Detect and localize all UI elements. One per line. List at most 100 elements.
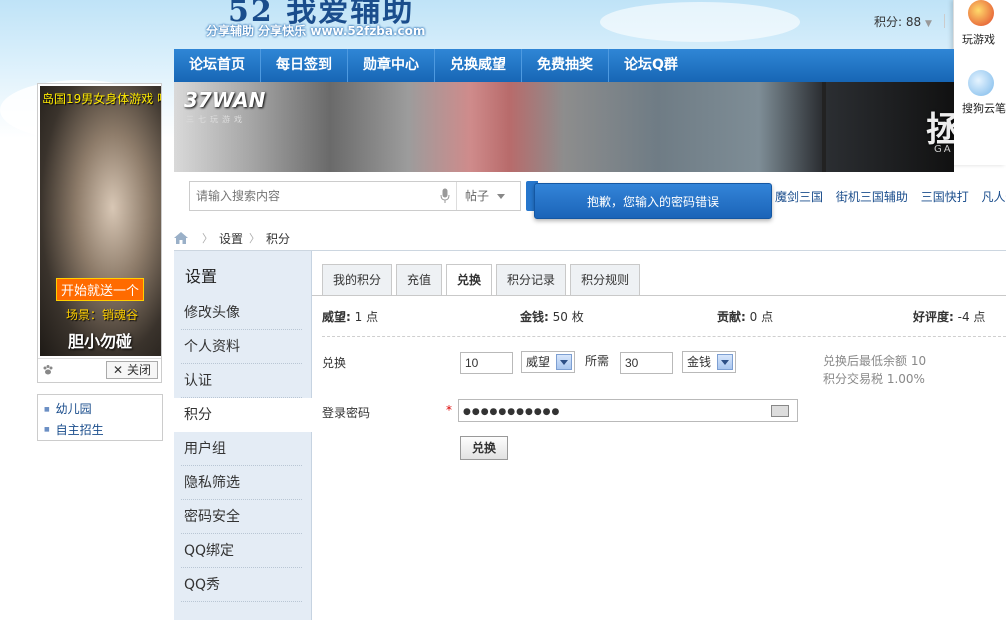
side-item-game[interactable]: 玩游戏 — [962, 31, 995, 47]
exchange-label: 兑换 — [322, 356, 347, 370]
side-item-cloud-note[interactable]: 搜狗云笔 — [962, 100, 1006, 116]
user-points-label: 积分: 88 — [874, 15, 922, 29]
settings-item-privacy[interactable]: 隐私筛选 — [181, 466, 302, 500]
from-unit-select[interactable]: 威望 — [521, 351, 575, 373]
nav-item-checkin[interactable]: 每日签到 — [261, 49, 348, 82]
stat-label: 好评度: — [913, 310, 954, 324]
ad-banner[interactable]: 37WAN 三七玩游戏 拯 GA — [174, 82, 954, 172]
divider — [322, 336, 1006, 337]
banner-game-sub: GA — [934, 144, 953, 155]
hot-link[interactable]: 魔剑三国 — [775, 190, 823, 204]
search-input[interactable] — [190, 182, 434, 210]
nav-item-home[interactable]: 论坛首页 — [174, 49, 261, 82]
required-mark: * — [446, 403, 452, 417]
breadcrumb-separator: 〉 — [249, 232, 261, 245]
chevron-down-icon — [556, 354, 572, 370]
exchange-submit-button[interactable]: 兑换 — [460, 436, 508, 460]
settings-item-avatar[interactable]: 修改头像 — [181, 296, 302, 330]
stat-label: 贡献: — [717, 310, 746, 324]
banner-divider — [822, 82, 826, 172]
hot-search-links: 魔剑三国 街机三国辅助 三国快打 凡人修真 — [775, 188, 1006, 205]
settings-item-usergroup[interactable]: 用户组 — [181, 432, 302, 466]
breadcrumb: 〉 设置 〉 积分 — [174, 226, 1006, 250]
from-unit-value: 威望 — [526, 355, 551, 369]
microphone-icon[interactable] — [434, 182, 456, 210]
tax-hint: 积分交易税 1.00% — [823, 372, 925, 386]
tab-points-log[interactable]: 积分记录 — [496, 264, 567, 295]
keyboard-icon[interactable] — [771, 405, 789, 417]
tab-recharge[interactable]: 充值 — [396, 264, 443, 295]
ad-close-button[interactable]: ✕ 关闭 — [106, 361, 158, 379]
to-unit-select[interactable]: 金钱 — [682, 351, 736, 373]
tab-points-rules[interactable]: 积分规则 — [570, 264, 641, 295]
exchange-amount-input[interactable] — [460, 352, 513, 374]
ad-image[interactable]: 岛国19男女身体游戏 嘿 开始就送一个 场景：销魂谷 胆小勿碰 — [40, 86, 161, 356]
ad-title: 岛国19男女身体游戏 嘿 — [42, 92, 161, 106]
hot-link[interactable]: 三国快打 — [921, 190, 969, 204]
home-icon[interactable] — [174, 232, 188, 244]
stat-contribution: 贡献: 0 点 — [717, 308, 773, 325]
divider — [944, 14, 945, 28]
nav-item-qq-group[interactable]: 论坛Q群 — [609, 49, 693, 82]
breadcrumb-item-points: 积分 — [266, 231, 291, 246]
error-toast: 抱歉，您输入的密码错误 — [534, 183, 772, 219]
stat-value: 1 点 — [354, 310, 379, 324]
stat-value: 50 枚 — [552, 310, 584, 324]
search-type-select[interactable]: 帖子 — [456, 182, 520, 210]
settings-sidebar: 设置 修改头像 个人资料 认证 积分 用户组 隐私筛选 密码安全 QQ绑定 QQ… — [174, 251, 313, 620]
cloud-decoration — [600, 2, 800, 42]
left-ad: 岛国19男女身体游戏 嘿 开始就送一个 场景：销魂谷 胆小勿碰 ✕ 关闭 — [37, 83, 162, 383]
settings-item-password[interactable]: 密码安全 — [181, 500, 302, 534]
close-icon: ✕ — [113, 363, 124, 377]
chevron-down-icon: ▼ — [924, 19, 932, 29]
settings-item-verify[interactable]: 认证 — [181, 364, 302, 398]
user-points[interactable]: 积分: 88 ▼ — [874, 13, 932, 30]
nav-item-lottery[interactable]: 免费抽奖 — [522, 49, 609, 82]
settings-item-points[interactable]: 积分 — [174, 398, 313, 432]
search-bar: 帖子 — [189, 181, 521, 211]
stat-value: 0 点 — [749, 310, 774, 324]
tab-my-points[interactable]: 我的积分 — [322, 264, 393, 295]
side-links: 幼儿园 自主招生 — [37, 394, 163, 441]
settings-item-qq-bind[interactable]: QQ绑定 — [181, 534, 302, 568]
breadcrumb-separator: 〉 — [202, 232, 213, 245]
paw-icon — [43, 365, 53, 375]
settings-item-profile[interactable]: 个人资料 — [181, 330, 302, 364]
banner-brand: 37WAN — [184, 88, 266, 112]
nav-item-medals[interactable]: 勋章中心 — [348, 49, 435, 82]
ad-cta[interactable]: 开始就送一个 — [56, 278, 145, 301]
nav-item-exchange-prestige[interactable]: 兑换威望 — [435, 49, 522, 82]
stat-money: 金钱: 50 枚 — [520, 308, 584, 325]
need-amount-input[interactable] — [620, 352, 673, 374]
site-slogan: 分享辅助 分享快乐 www.52fzba.com — [206, 24, 426, 38]
tab-exchange[interactable]: 兑换 — [446, 264, 493, 296]
points-summary: 威望: 1 点 金钱: 50 枚 贡献: 0 点 好评度: -4 点 — [322, 308, 1006, 324]
need-label: 所需 — [585, 354, 610, 368]
search-type-label: 帖子 — [465, 189, 490, 203]
stat-prestige: 威望: 1 点 — [322, 308, 378, 325]
game-icon[interactable] — [968, 0, 994, 26]
password-input[interactable]: ●●●●●●●●●●● — [458, 399, 798, 422]
side-link-admissions[interactable]: 自主招生 — [44, 420, 162, 441]
settings-item-qq-show[interactable]: QQ秀 — [181, 568, 302, 602]
divider — [312, 295, 1006, 296]
stat-label: 威望: — [322, 310, 351, 324]
hot-link[interactable]: 凡人修真 — [982, 190, 1006, 204]
password-value: ●●●●●●●●●●● — [463, 407, 561, 417]
cloud-note-icon[interactable] — [968, 70, 994, 96]
side-link-kindergarten[interactable]: 幼儿园 — [44, 399, 162, 420]
stat-label: 金钱: — [520, 310, 549, 324]
points-tabs: 我的积分 充值 兑换 积分记录 积分规则 — [322, 264, 644, 296]
to-unit-value: 金钱 — [687, 355, 712, 369]
stat-rating: 好评度: -4 点 — [913, 308, 985, 325]
breadcrumb-item-settings[interactable]: 设置 — [219, 230, 243, 247]
main-nav: 论坛首页 每日签到 勋章中心 兑换威望 免费抽奖 论坛Q群 — [174, 49, 954, 82]
floating-side-panel: 玩游戏 搜狗云笔 — [953, 0, 1006, 165]
ad-footer: ✕ 关闭 — [38, 358, 161, 382]
banner-brand-sub: 三七玩游戏 — [186, 115, 246, 124]
hot-link[interactable]: 街机三国辅助 — [836, 190, 908, 204]
ad-scene: 场景：销魂谷 — [66, 308, 139, 322]
stat-value: -4 点 — [957, 310, 986, 324]
ad-close-label: 关闭 — [126, 363, 151, 377]
settings-title: 设置 — [185, 267, 218, 286]
